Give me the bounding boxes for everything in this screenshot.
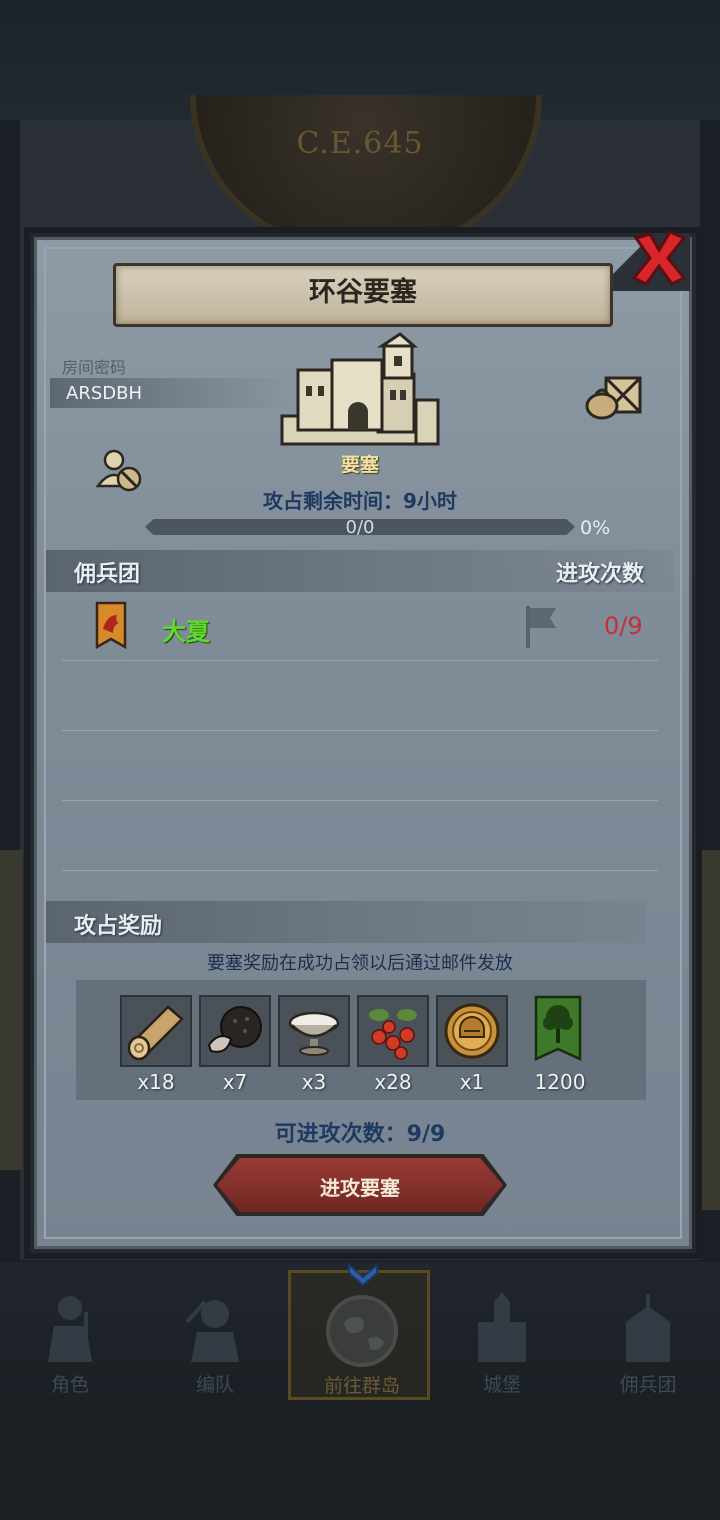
knight-icon <box>48 1296 92 1362</box>
reward-qty: x1 <box>459 1070 485 1094</box>
progress-percent: 0% <box>580 517 611 539</box>
room-code-value[interactable]: ARSDBH <box>66 383 142 404</box>
fortress-label: 要塞 <box>340 454 379 476</box>
fortress-icon <box>280 332 440 446</box>
row-divider <box>62 800 658 801</box>
row-divider <box>62 730 658 731</box>
nav-label: 编队 <box>195 1374 234 1396</box>
reward-item-salt[interactable] <box>278 995 350 1067</box>
mercenary-header: 佣兵团 <box>74 562 141 587</box>
nav-label: 佣兵团 <box>619 1374 677 1396</box>
dialog-title: 环谷要塞 <box>309 277 417 308</box>
side-strip-right <box>698 850 720 1210</box>
reward-section-label: 攻占奖励 <box>74 914 163 939</box>
flag-icon <box>526 606 556 648</box>
berries-icon <box>359 997 427 1065</box>
reward-note: 要塞奖励在成功占领以后通过邮件发放 <box>207 953 513 974</box>
reward-item-log[interactable] <box>120 995 192 1067</box>
reward-qty: x18 <box>137 1070 175 1094</box>
reward-qty: x28 <box>374 1070 412 1094</box>
mercenary-name: 大夏 <box>162 618 210 646</box>
salt-bowl-icon <box>280 997 348 1065</box>
nav-item-castle[interactable]: 城堡 <box>442 1290 562 1400</box>
green-banner-icon[interactable] <box>534 995 582 1067</box>
log-icon <box>122 997 190 1065</box>
nav-item-formation[interactable]: 编队 <box>155 1290 275 1400</box>
mercenary-row[interactable] <box>60 596 660 658</box>
era-label: C.E.645 <box>296 126 424 161</box>
close-icon[interactable] <box>628 228 690 290</box>
formation-icon <box>185 1300 239 1362</box>
reward-item-truffle[interactable] <box>199 995 271 1067</box>
reward-item-berries[interactable] <box>357 995 429 1067</box>
attack-count-header: 进攻次数 <box>555 562 644 587</box>
mercenary-banner-icon <box>95 601 127 650</box>
progress-count: 0/0 <box>345 517 375 538</box>
mercenary-icon <box>626 1294 670 1362</box>
reward-qty: x3 <box>301 1070 327 1094</box>
nav-item-islands[interactable]: 前往群岛 <box>288 1262 430 1400</box>
room-code-label: 房间密码 <box>62 358 127 377</box>
nav-item-character[interactable]: 角色 <box>10 1290 130 1400</box>
truffle-icon <box>201 997 269 1065</box>
mercenary-attack-count: 0/9 <box>604 612 643 640</box>
reward-qty: 1200 <box>534 1070 586 1094</box>
chevron-down-icon <box>348 1262 378 1287</box>
nav-label: 前往群岛 <box>323 1375 400 1397</box>
helmet-medal-icon <box>438 997 506 1065</box>
attempts-remaining: 可进攻次数：9/9 <box>274 1122 446 1147</box>
row-divider <box>62 660 658 661</box>
castle-icon <box>478 1292 526 1362</box>
row-divider <box>62 870 658 871</box>
remaining-time-text: 攻占剩余时间：9小时 <box>263 489 457 513</box>
bottom-fill <box>0 1412 720 1520</box>
world-map-icon <box>326 1295 398 1367</box>
reward-item-helmet-medal[interactable] <box>436 995 508 1067</box>
nav-label: 角色 <box>50 1374 89 1396</box>
nav-label: 城堡 <box>482 1374 521 1396</box>
nav-item-mercenary[interactable]: 佣兵团 <box>588 1290 708 1400</box>
attack-fortress-button-label: 进攻要塞 <box>320 1176 400 1200</box>
reward-qty: x7 <box>222 1070 248 1094</box>
supply-crate-icon[interactable] <box>584 372 644 420</box>
